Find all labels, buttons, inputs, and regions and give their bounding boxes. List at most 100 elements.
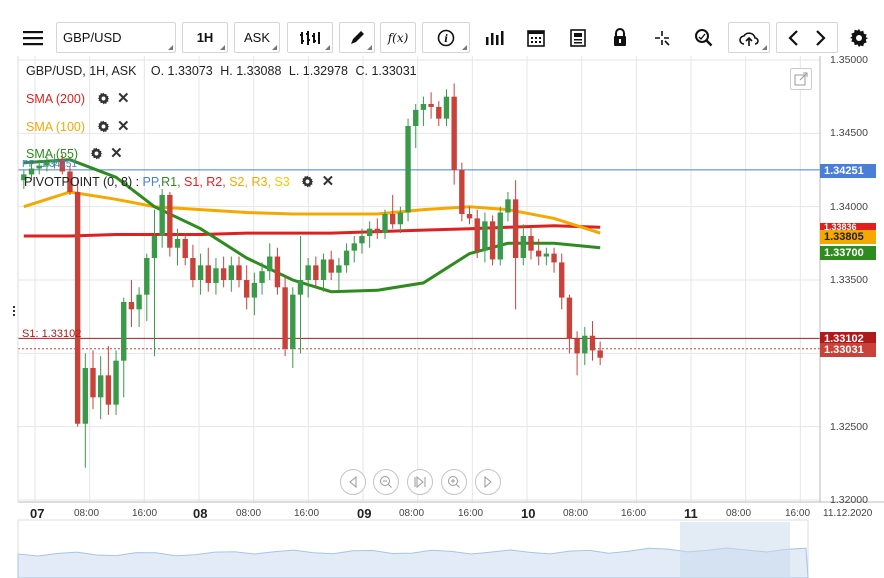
price-chart-canvas[interactable] (0, 56, 884, 578)
candle-body (551, 253, 557, 263)
symbol-select[interactable]: GBP/USD (56, 22, 176, 53)
gear-icon[interactable] (90, 147, 103, 160)
info-icon: i (437, 29, 455, 46)
candle-body (459, 170, 465, 214)
ohlc-bars-icon (300, 30, 320, 45)
candle-body (535, 250, 542, 257)
settings-button[interactable] (844, 22, 874, 53)
gear-icon[interactable] (97, 92, 110, 105)
candle-body (97, 375, 104, 398)
expand-icon (794, 72, 808, 86)
price-axis-label: 1.34500 (830, 127, 868, 139)
timeframe-label: 1H (196, 30, 214, 45)
gear-icon[interactable] (301, 175, 314, 188)
candle-body (436, 106, 442, 119)
pivot-r1: R1, (161, 175, 181, 189)
candle-body (74, 192, 81, 424)
candle-body (566, 297, 573, 339)
time-axis-label: 08:00 (399, 508, 425, 519)
scroll-nav-group (776, 22, 838, 53)
crosshair-button[interactable] (644, 22, 680, 53)
zoom-in-button[interactable] (441, 469, 467, 495)
chart-area[interactable]: GBP/USD, 1H, ASK O. 1.33073 H. 1.33088 L… (0, 54, 884, 578)
upload-button[interactable] (728, 22, 770, 53)
candle-body (136, 294, 142, 310)
time-axis-label: 08:00 (563, 508, 589, 519)
close-icon[interactable]: ✕ (117, 90, 130, 107)
candle-body (328, 259, 334, 273)
sma100-price-tag: 1.33805 (820, 230, 876, 244)
gear-icon[interactable] (97, 120, 110, 133)
candle-body (405, 126, 411, 213)
chevron-right-icon[interactable] (813, 29, 827, 47)
candle-body (305, 265, 311, 280)
timeframe-select[interactable]: 1H (182, 22, 228, 53)
lock-button[interactable] (602, 22, 638, 53)
hamburger-menu-icon[interactable] (16, 22, 50, 53)
candle-body (474, 218, 480, 251)
candle-body (128, 302, 135, 310)
time-axis-label: 08 (193, 506, 208, 521)
price-type-select[interactable]: ASK (234, 22, 280, 53)
scroll-right-button[interactable] (475, 469, 501, 495)
pivot-s3: S3 (274, 175, 290, 189)
volume-button[interactable] (476, 22, 512, 53)
candle-body (297, 280, 304, 295)
time-axis-label: 11 (684, 506, 698, 521)
candle-body (597, 350, 603, 358)
ohlc-header: GBP/USD, 1H, ASK O. 1.33073 H. 1.33088 L… (26, 64, 421, 78)
sma55-price-tag: 1.33700 (820, 246, 876, 260)
gear-icon (850, 28, 868, 47)
candle-body (228, 265, 235, 280)
candle-body (374, 228, 381, 234)
candle-body (574, 338, 580, 354)
pencil-icon (351, 30, 364, 44)
candle-body (397, 212, 404, 225)
legend-sma-100: SMA (100) ✕ (26, 117, 130, 135)
candle-body (167, 194, 173, 248)
time-axis-label: 08:00 (74, 508, 100, 519)
reset-view-icon (414, 475, 426, 489)
close-icon[interactable]: ✕ (117, 118, 130, 135)
zoom-button[interactable] (686, 22, 722, 53)
calendar-button[interactable] (518, 22, 554, 53)
chart-toolbar: GBP/USD 1H ASK f(x) i (0, 20, 884, 56)
reset-view-button[interactable] (407, 469, 433, 495)
candle-body (313, 265, 319, 280)
candle-body (113, 360, 119, 405)
candle-body (528, 236, 534, 251)
sma-200-label[interactable]: SMA (200) (26, 92, 85, 106)
scroll-left-button[interactable] (340, 469, 366, 495)
chart-type-button[interactable] (287, 22, 333, 53)
candle-body (482, 221, 488, 251)
last-price-tag: 1.33031 (820, 343, 876, 357)
crosshair-icon (655, 30, 670, 46)
candle-body (543, 253, 550, 257)
expand-button[interactable] (790, 68, 812, 90)
close-icon[interactable]: ✕ (110, 145, 123, 162)
candle-body (389, 214, 396, 225)
legend-sma-200: SMA (200) ✕ (26, 89, 130, 107)
chevron-left-icon[interactable] (787, 29, 801, 47)
magnifier-icon (695, 28, 713, 46)
pivot-pp: PP, (142, 175, 162, 189)
candle-body (428, 104, 434, 107)
close-value: C. 1.33031 (355, 64, 417, 78)
candle-body (505, 199, 511, 213)
time-axis-label: 09 (357, 506, 372, 521)
triangle-left-icon (349, 476, 357, 488)
news-button[interactable] (560, 22, 596, 53)
candle-body (121, 302, 127, 361)
draw-tool-button[interactable] (339, 22, 375, 53)
info-button[interactable]: i (422, 22, 470, 53)
indicators-button[interactable]: f(x) (380, 22, 416, 53)
time-axis-label: 16:00 (458, 508, 484, 519)
zoom-out-button[interactable] (373, 469, 399, 495)
candle-body (382, 214, 388, 234)
candle-body (267, 256, 273, 272)
time-axis-label: 11.12.2020 (823, 508, 873, 519)
pivot-label[interactable]: PIVOTPOINT (0, 8) (24, 175, 132, 189)
candle-body (366, 228, 373, 236)
close-icon[interactable]: ✕ (322, 173, 335, 190)
sma-100-label[interactable]: SMA (100) (26, 120, 85, 134)
